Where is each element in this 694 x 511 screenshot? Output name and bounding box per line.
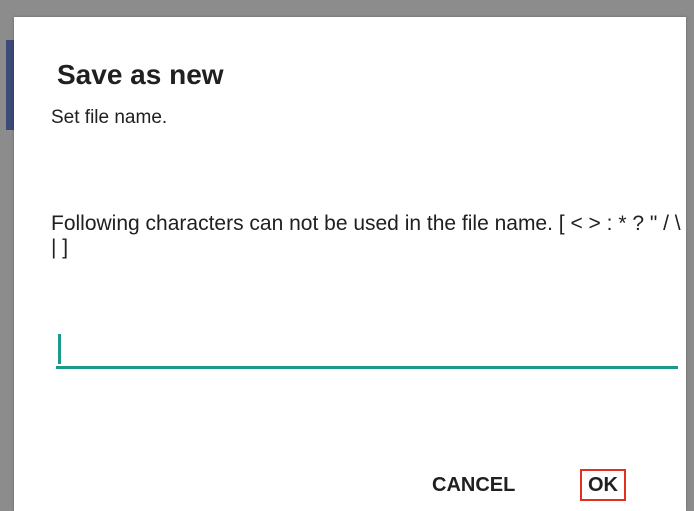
filename-input[interactable] bbox=[56, 322, 678, 366]
filename-input-underline bbox=[56, 366, 678, 369]
dialog-subtitle: Set file name. bbox=[51, 107, 168, 128]
save-as-new-dialog: Save as new Set file name. Following cha… bbox=[14, 17, 686, 511]
cancel-button[interactable]: CANCEL bbox=[432, 473, 515, 497]
background-app-strip bbox=[6, 40, 14, 130]
text-cursor bbox=[58, 334, 61, 364]
filename-field[interactable] bbox=[56, 322, 678, 369]
dialog-title: Save as new bbox=[57, 59, 224, 90]
ok-button[interactable]: OK bbox=[580, 469, 626, 501]
invalid-characters-notice: Following characters can not be used in … bbox=[51, 212, 681, 259]
